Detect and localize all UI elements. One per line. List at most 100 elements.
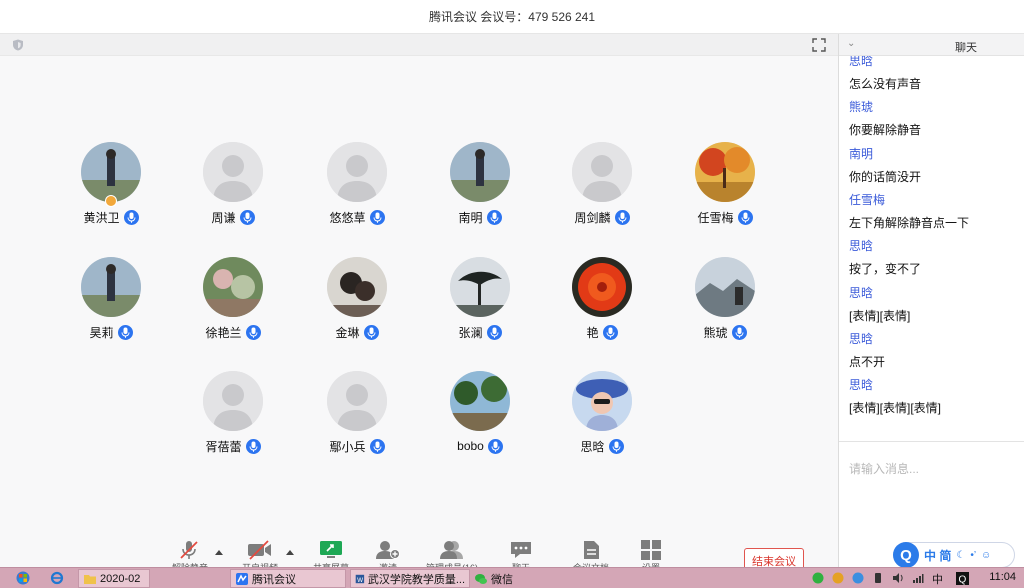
- title-bar: 腾讯会议 会议号：479 526 241: [0, 0, 1024, 34]
- security-tray-icon[interactable]: [832, 572, 844, 584]
- chat-text: 按了，变不了: [849, 262, 922, 277]
- participant-name-row: 悠悠草: [302, 208, 412, 226]
- fullscreen-icon[interactable]: [812, 38, 826, 52]
- taskbar-meeting[interactable]: 腾讯会议: [230, 569, 346, 588]
- chat-sender: 思晗: [849, 331, 874, 346]
- mic-icon: [602, 324, 618, 340]
- add-user-icon: [376, 541, 400, 559]
- document-icon: [584, 541, 599, 559]
- participant-name: bobo: [457, 439, 484, 453]
- participant-name: 悠悠草: [329, 210, 366, 225]
- mic-icon: [369, 438, 385, 454]
- chat-text: 你的话筒没开: [849, 169, 922, 184]
- punctuation-icon[interactable]: •’: [970, 550, 976, 561]
- mic-icon: [363, 324, 379, 340]
- avatar: [203, 142, 263, 202]
- participant-tile[interactable]: 鄢小兵: [302, 371, 412, 471]
- ime-logo[interactable]: Q: [893, 542, 919, 568]
- participant-name-row: 艳: [547, 323, 657, 341]
- participant-tile[interactable]: 黄洪卫: [56, 142, 166, 242]
- participant-name: 张澜: [458, 325, 483, 340]
- participant-tile[interactable]: 南明: [425, 142, 535, 242]
- chat-text: [表情][表情][表情]: [849, 401, 942, 416]
- chat-message-list[interactable]: 思晗 怎么没有声音 熊琥 你要解除静音 南明 你的话筒没开 任雪梅 左下角解除静音点一下思晗 按…: [839, 56, 1024, 441]
- mic-icon: [614, 209, 630, 225]
- wechat-tray-icon[interactable]: [812, 572, 824, 584]
- volume-icon[interactable]: [892, 572, 904, 584]
- input-language[interactable]: 中: [932, 569, 943, 588]
- participant-name: 胥蓓蕾: [205, 439, 242, 454]
- svg-text:Q: Q: [959, 575, 967, 586]
- avatar: [450, 371, 510, 431]
- taskbar-wechat[interactable]: 微信: [474, 569, 534, 588]
- participant-name: 徐艳兰: [205, 325, 242, 340]
- mic-icon: [608, 438, 624, 454]
- moon-icon[interactable]: ☾: [956, 550, 965, 561]
- participant-tile[interactable]: 熊琥: [670, 257, 780, 357]
- chat-message: 思晗 [表情][表情][表情]: [849, 377, 1019, 417]
- mic-icon: [737, 209, 753, 225]
- phone-tray-icon[interactable]: [872, 572, 884, 584]
- ie-browser-icon[interactable]: [50, 571, 64, 585]
- shield-icon[interactable]: [12, 39, 24, 51]
- participant-name: 熊琥: [703, 325, 728, 340]
- participant-name: 周剑麟: [574, 210, 611, 225]
- ime-toolbar[interactable]: Q 中 简 ☾ •’ ☺: [893, 542, 1015, 568]
- folder-icon: [84, 574, 96, 584]
- wechat-icon: [475, 573, 487, 584]
- participant-tile[interactable]: 徐艳兰: [178, 257, 288, 357]
- chat-text: 点不开: [849, 354, 886, 369]
- ime-mode[interactable]: 中 简: [924, 547, 951, 564]
- participant-name-row: 胥蓓蕾: [178, 437, 288, 455]
- chat-text: 左下角解除静音点一下: [849, 215, 970, 230]
- participant-tile[interactable]: 思晗: [547, 371, 657, 471]
- participant-name-row: 思晗: [547, 437, 657, 455]
- chat-message: 任雪梅 左下角解除静音点一下: [849, 192, 1019, 232]
- smiley-icon[interactable]: ☺: [981, 550, 991, 561]
- participant-tile[interactable]: 周谦: [178, 142, 288, 242]
- chat-text: 你要解除静音: [849, 123, 922, 138]
- q-app-tray-icon[interactable]: Q: [956, 572, 969, 585]
- video-options-caret[interactable]: [286, 550, 294, 555]
- taskbar-wechat-label: 微信: [491, 573, 513, 586]
- chat-message: 南明 你的话筒没开: [849, 146, 1019, 186]
- avatar: [81, 257, 141, 317]
- chat-message: 熊琥 你要解除静音: [849, 99, 1019, 139]
- start-icon[interactable]: [16, 571, 30, 585]
- participant-tile[interactable]: 昊莉: [56, 257, 166, 357]
- participant-name-row: 徐艳兰: [178, 323, 288, 341]
- participant-tile[interactable]: 悠悠草: [302, 142, 412, 242]
- participant-name-row: 鄢小兵: [302, 437, 412, 455]
- participant-tile[interactable]: bobo: [425, 371, 535, 471]
- participant-name-row: 金琳: [302, 323, 412, 341]
- network-icon[interactable]: [912, 572, 924, 584]
- svg-text:W: W: [357, 576, 363, 583]
- mic-icon: [486, 209, 502, 225]
- taskbar-folder[interactable]: 2020-02: [78, 569, 150, 588]
- chat-message: 思晗 [表情][表情]: [849, 285, 1019, 325]
- audio-options-caret[interactable]: [215, 550, 223, 555]
- taskbar-document[interactable]: W 武汉学院教学质量...: [350, 569, 470, 588]
- participant-name-row: 黄洪卫: [56, 208, 166, 226]
- chat-sender: 思晗: [849, 378, 874, 393]
- participant-tile[interactable]: 金琳: [302, 257, 412, 357]
- participant-tile[interactable]: 周剑麟: [547, 142, 657, 242]
- mic-icon: [731, 324, 747, 340]
- participant-tile[interactable]: 艳: [547, 257, 657, 357]
- participant-name: 周谦: [211, 210, 236, 225]
- avatar: [81, 142, 141, 202]
- participant-name-row: bobo: [425, 437, 535, 455]
- mic-icon: [369, 209, 385, 225]
- participant-tile[interactable]: 任雪梅: [670, 142, 780, 242]
- participant-tile[interactable]: 张澜: [425, 257, 535, 357]
- taskbar: 2020-02 腾讯会议 W 武汉学院教学质量... 微信 中 Q 11:04: [0, 567, 1024, 588]
- mic-icon: [245, 438, 261, 454]
- chat-bubble-icon: [511, 542, 531, 558]
- mic-icon: [117, 324, 133, 340]
- avatar: [695, 142, 755, 202]
- participant-tile[interactable]: 胥蓓蕾: [178, 371, 288, 471]
- chat-message: 思晗 怎么没有声音: [849, 56, 1019, 93]
- chat-text: [表情][表情]: [849, 308, 911, 323]
- chat-input-placeholder: 请输入消息...: [849, 462, 920, 476]
- browser-tray-icon[interactable]: [852, 572, 864, 584]
